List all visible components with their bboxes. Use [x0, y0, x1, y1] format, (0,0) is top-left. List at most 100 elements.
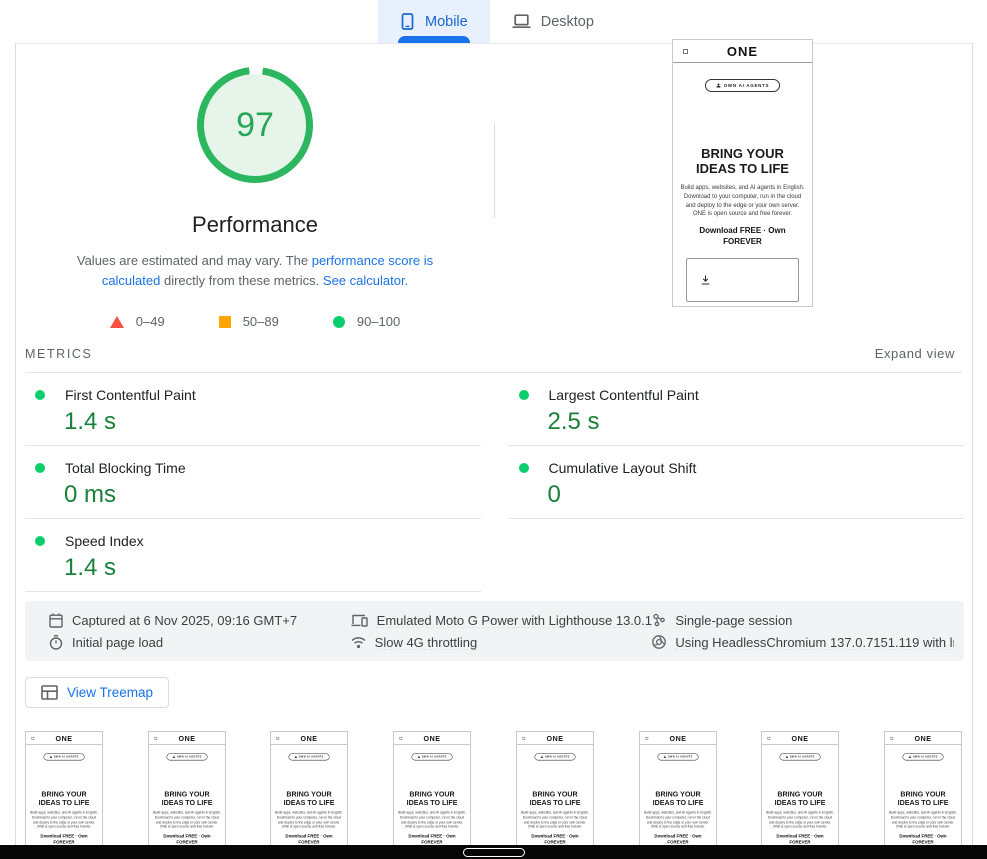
- view-treemap-button[interactable]: View Treemap: [25, 677, 169, 708]
- mini-heading: BRING YOUR IDEAS TO LIFE: [890, 790, 957, 806]
- mini-logo: ONE: [727, 44, 758, 59]
- legend-fail: 0–49: [110, 314, 165, 329]
- mini-cta-text: Download FREE · Own FOREVER: [36, 834, 93, 845]
- expand-view-button[interactable]: Expand view: [875, 346, 955, 361]
- mini-pill-label: OWN AI AGENTS: [667, 756, 692, 759]
- filmstrip-thumb[interactable]: ONE OWN AI AGENTS BRING YOUR IDEAS TO LI…: [270, 731, 348, 859]
- mini-menu-icon: [31, 737, 34, 740]
- mini-pill-button: OWN AI AGENTS: [705, 79, 781, 92]
- tab-mobile[interactable]: Mobile: [378, 0, 490, 43]
- mini-page: ONE OWN AI AGENTS BRING YOUR IDEAS TO LI…: [640, 732, 716, 859]
- mini-page-header: ONE: [271, 732, 347, 745]
- mini-pill-button: OWN AI AGENTS: [289, 753, 330, 760]
- mini-heading: BRING YOUR IDEAS TO LIFE: [399, 790, 466, 806]
- mini-pill-button: OWN AI AGENTS: [166, 753, 207, 760]
- mini-pill-label: OWN AI AGENTS: [54, 756, 79, 759]
- person-icon: [786, 756, 789, 759]
- tab-desktop[interactable]: Desktop: [490, 0, 616, 43]
- scroll-handle[interactable]: [463, 848, 525, 857]
- metric-status-dot: [519, 463, 529, 473]
- metric-label: First Contentful Paint: [65, 387, 196, 403]
- mini-download-box: [686, 258, 799, 302]
- score-section: 97 Performance Values are estimated and …: [16, 44, 494, 329]
- meta-session-type: Single-page session: [652, 613, 954, 628]
- filmstrip: ONE OWN AI AGENTS BRING YOUR IDEAS TO LI…: [25, 731, 962, 859]
- filmstrip-thumb[interactable]: ONE OWN AI AGENTS BRING YOUR IDEAS TO LI…: [25, 731, 103, 859]
- mini-page-header: ONE: [517, 732, 593, 745]
- mini-body-text: Build apps, websites, and AI agents in E…: [520, 811, 589, 830]
- fail-triangle-icon: [110, 316, 124, 328]
- device-tabbar: Mobile Desktop: [0, 0, 987, 43]
- final-screenshot: ONE OWN AI AGENTS BRING YOUR IDEAS TO LI…: [672, 39, 813, 307]
- person-icon: [540, 756, 543, 759]
- metric-label: Largest Contentful Paint: [549, 387, 699, 403]
- mini-page-header: ONE: [640, 732, 716, 745]
- legend-pass: 90–100: [333, 314, 400, 329]
- filmstrip-thumb[interactable]: ONE OWN AI AGENTS BRING YOUR IDEAS TO LI…: [884, 731, 962, 859]
- mini-page: ONE OWN AI AGENTS BRING YOUR IDEAS TO LI…: [517, 732, 593, 859]
- session-icon: [652, 613, 666, 627]
- legend-average-range: 50–89: [243, 314, 279, 329]
- meta-browser-text[interactable]: Using HeadlessChromium 137.0.7151.119 wi…: [675, 635, 954, 650]
- performance-gauge[interactable]: 97: [197, 67, 313, 183]
- mini-cta-text: Download FREE · Own FOREVER: [772, 834, 829, 845]
- filmstrip-thumb[interactable]: ONE OWN AI AGENTS BRING YOUR IDEAS TO LI…: [516, 731, 594, 859]
- mini-body-text: Build apps, websites, and AI agents in E…: [30, 811, 99, 830]
- mini-cta-text: Download FREE · Own FOREVER: [158, 834, 215, 845]
- mini-heading: BRING YOUR IDEAS TO LIFE: [276, 790, 343, 806]
- devices-icon: [351, 613, 368, 627]
- see-calculator-link[interactable]: See calculator.: [323, 273, 408, 288]
- filmstrip-thumb[interactable]: ONE OWN AI AGENTS BRING YOUR IDEAS TO LI…: [761, 731, 839, 859]
- metric-largest-contentful-paint: Largest Contentful Paint 2.5 s: [509, 373, 965, 446]
- mini-pill-button: OWN AI AGENTS: [657, 753, 698, 760]
- mini-body-text: Build apps, websites, and AI agents in E…: [680, 184, 806, 219]
- mini-body-text: Build apps, websites, and AI agents in E…: [766, 811, 835, 830]
- meta-emulated-device-text[interactable]: Emulated Moto G Power with Lighthouse 13…: [377, 613, 652, 628]
- mini-menu-icon: [890, 737, 893, 740]
- metrics-grid: First Contentful Paint 1.4 s Largest Con…: [25, 373, 964, 592]
- metrics-section-title: METRICS: [25, 347, 92, 361]
- mini-cta-text: Download FREE · Own FOREVER: [526, 834, 583, 845]
- mini-page: ONE OWN AI AGENTS BRING YOUR IDEAS TO LI…: [885, 732, 961, 859]
- meta-throttling-text[interactable]: Slow 4G throttling: [375, 635, 478, 650]
- mini-pill-label: OWN AI AGENTS: [299, 756, 324, 759]
- mini-page: ONE OWN AI AGENTS BRING YOUR IDEAS TO LI…: [673, 40, 812, 306]
- mini-cta-text: Download FREE · Own FOREVER: [404, 834, 461, 845]
- metric-value: 0: [548, 481, 965, 509]
- mini-body-text: Build apps, websites, and AI agents in E…: [643, 811, 712, 830]
- metric-label: Cumulative Layout Shift: [549, 460, 697, 476]
- mini-page: ONE OWN AI AGENTS BRING YOUR IDEAS TO LI…: [149, 732, 225, 859]
- performance-card: 97 Performance Values are estimated and …: [15, 43, 973, 859]
- metric-total-blocking-time: Total Blocking Time 0 ms: [25, 446, 481, 519]
- mini-pill-label: OWN AI AGENTS: [422, 756, 447, 759]
- mini-body-text: Build apps, websites, and AI agents in E…: [152, 811, 221, 830]
- mini-page-header: ONE: [762, 732, 838, 745]
- mini-page: ONE OWN AI AGENTS BRING YOUR IDEAS TO LI…: [26, 732, 102, 859]
- meta-captured-at: Captured at 6 Nov 2025, 09:16 GMT+7: [49, 613, 351, 628]
- metric-speed-index: Speed Index 1.4 s: [25, 519, 481, 592]
- filmstrip-thumb[interactable]: ONE OWN AI AGENTS BRING YOUR IDEAS TO LI…: [393, 731, 471, 859]
- mini-logo: ONE: [301, 734, 318, 742]
- run-meta-box: Captured at 6 Nov 2025, 09:16 GMT+7 Emul…: [25, 601, 964, 661]
- filmstrip-thumb[interactable]: ONE OWN AI AGENTS BRING YOUR IDEAS TO LI…: [148, 731, 226, 859]
- mini-page-header: ONE: [673, 40, 812, 63]
- filmstrip-thumb[interactable]: ONE OWN AI AGENTS BRING YOUR IDEAS TO LI…: [639, 731, 717, 859]
- meta-browser: Using HeadlessChromium 137.0.7151.119 wi…: [652, 635, 954, 650]
- mini-logo: ONE: [178, 734, 195, 742]
- phone-icon: [400, 13, 415, 30]
- meta-session-type-text[interactable]: Single-page session: [675, 613, 792, 628]
- mini-page-header: ONE: [885, 732, 961, 745]
- pass-circle-icon: [333, 316, 345, 328]
- metric-status-dot: [35, 390, 45, 400]
- download-icon: [701, 275, 710, 285]
- meta-captured-at-text: Captured at 6 Nov 2025, 09:16 GMT+7: [72, 613, 297, 628]
- stopwatch-icon: [49, 635, 63, 650]
- hero-divider: [494, 123, 495, 218]
- mini-page-header: ONE: [26, 732, 102, 745]
- mini-body-text: Build apps, websites, and AI agents in E…: [398, 811, 467, 830]
- mini-menu-icon: [277, 737, 280, 740]
- mini-menu-icon: [645, 737, 648, 740]
- metric-value: 1.4 s: [64, 554, 481, 582]
- score-legend: 0–49 50–89 90–100: [110, 314, 400, 329]
- disclaimer-text-2: directly from these metrics.: [160, 273, 323, 288]
